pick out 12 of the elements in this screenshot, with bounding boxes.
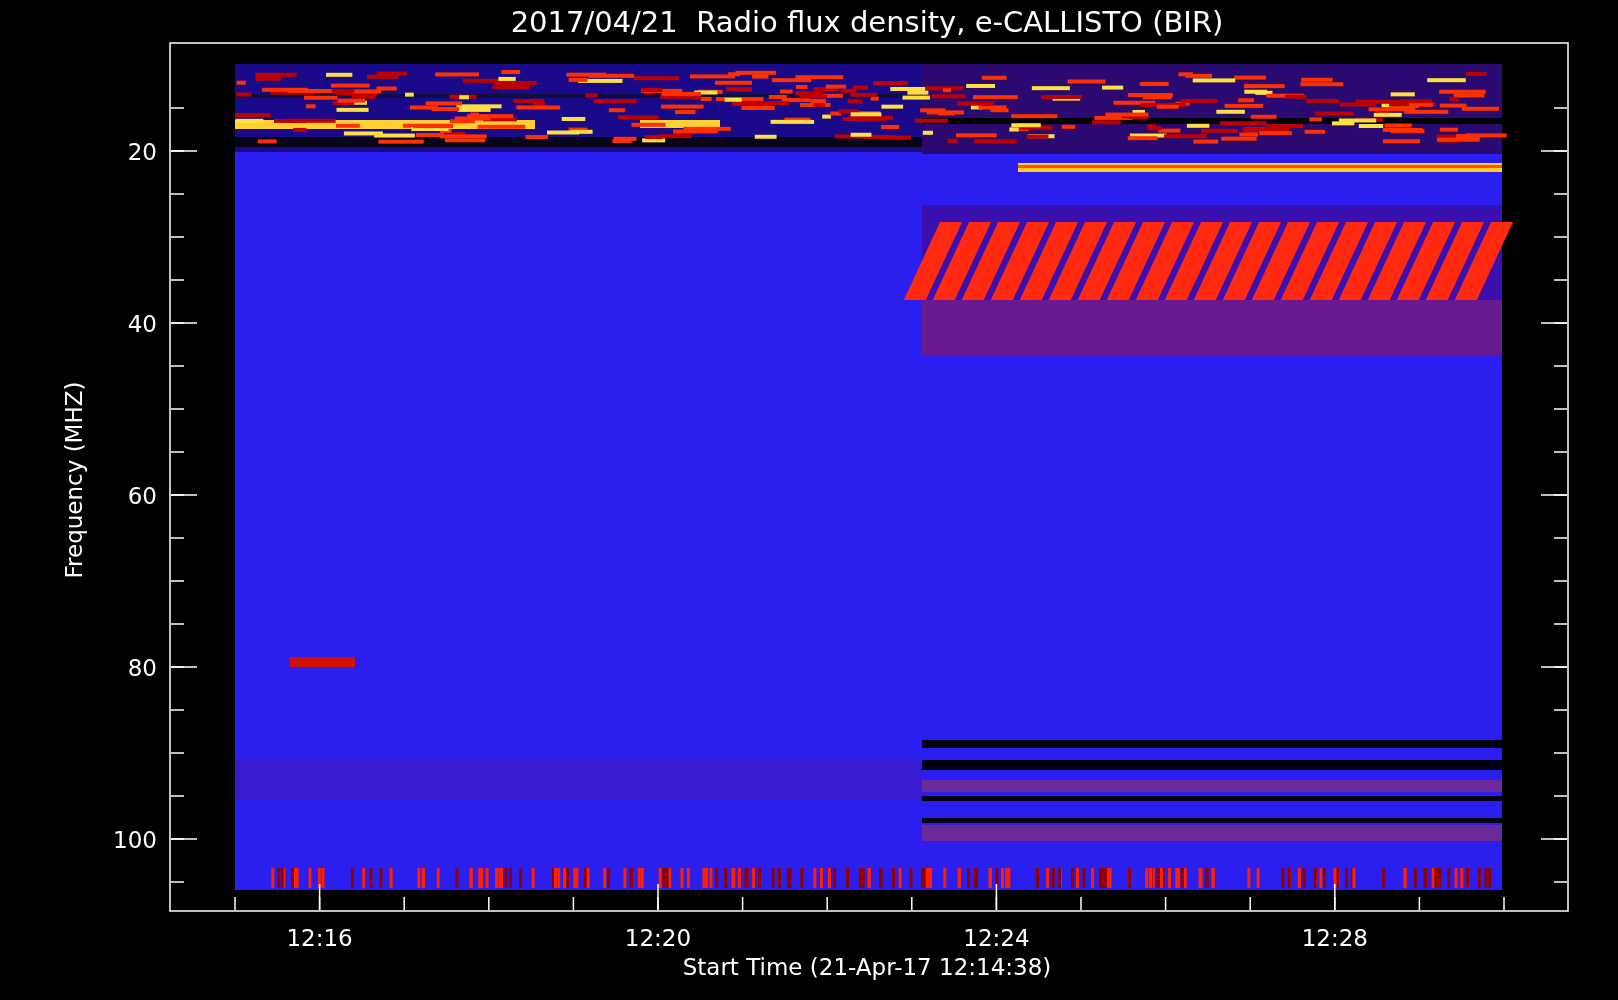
y-axis-label: Frequency (MHZ)	[61, 381, 87, 579]
y-tick-label: 80	[127, 655, 157, 681]
y-tick-label: 60	[127, 483, 157, 509]
x-tick-label: 12:24	[963, 925, 1030, 951]
chart-title: 2017/04/21 Radio flux density, e-CALLISTO (BIR)	[510, 5, 1224, 39]
x-axis-label: Start Time (21-Apr-17 12:14:38)	[682, 954, 1052, 980]
y-tick-label: 100	[113, 827, 157, 853]
x-tick-label: 12:20	[624, 925, 692, 951]
x-tick-label: 12:16	[286, 925, 353, 951]
y-tick-label: 20	[127, 139, 157, 165]
y-tick-label: 40	[127, 311, 157, 337]
x-tick-label: 12:28	[1301, 925, 1368, 951]
